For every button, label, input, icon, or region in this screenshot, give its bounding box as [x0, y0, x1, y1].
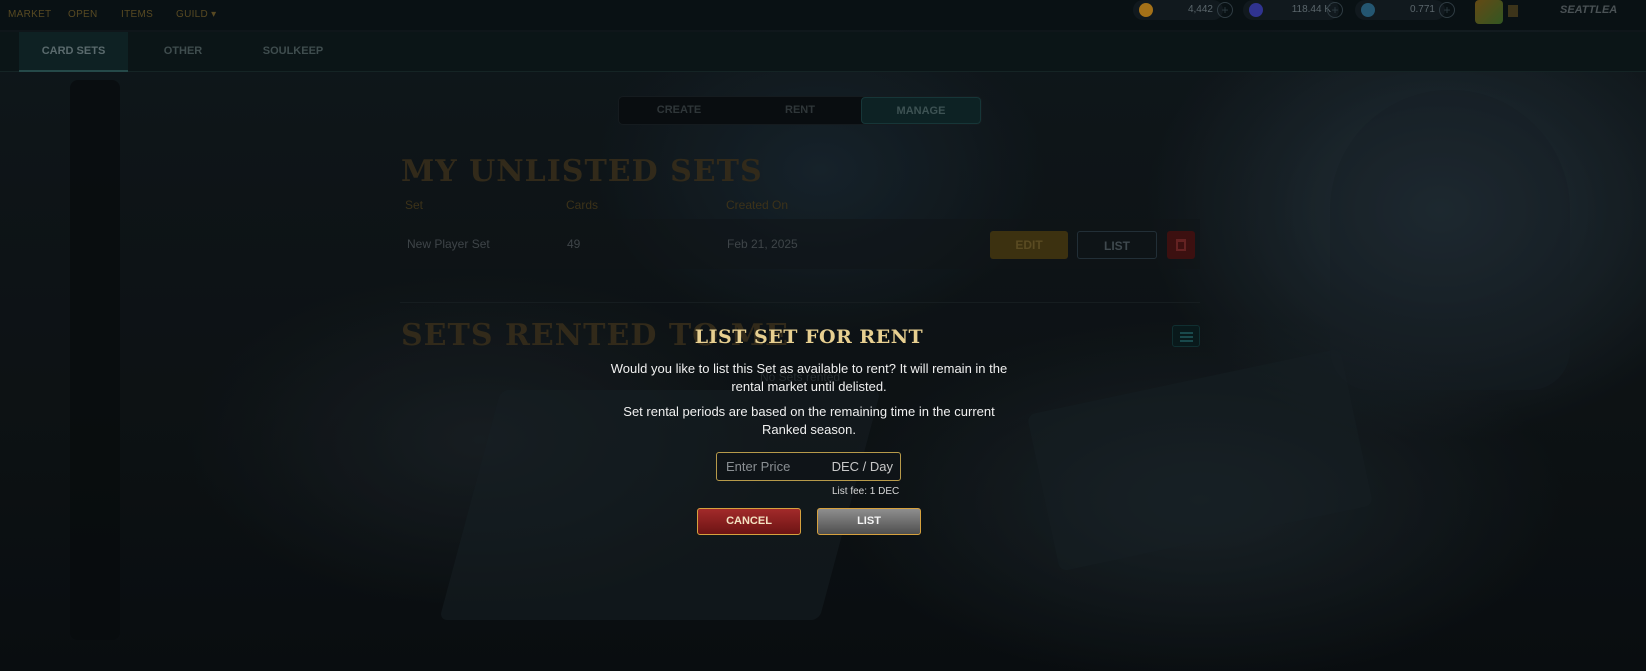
dialog-description-rental-period: Set rental periods are based on the rema… — [623, 404, 995, 437]
price-field: DEC / Day — [716, 452, 901, 481]
list-fee-text: List fee: 1 DEC — [832, 486, 900, 497]
confirm-list-button[interactable]: LIST — [817, 508, 921, 535]
app-stage: MARKET OPEN ITEMS GUILD ▾ 4,442 + 118.44… — [0, 0, 1646, 671]
dialog-description-listing: Would you like to list this Set as avail… — [610, 361, 1008, 394]
list-set-for-rent-dialog: LIST SET FOR RENT Would you like to list… — [600, 318, 1018, 538]
dialog-title: LIST SET FOR RENT — [694, 326, 924, 348]
price-unit-label: DEC / Day — [831, 459, 893, 474]
cancel-button[interactable]: CANCEL — [697, 508, 801, 535]
price-input[interactable] — [717, 453, 827, 480]
